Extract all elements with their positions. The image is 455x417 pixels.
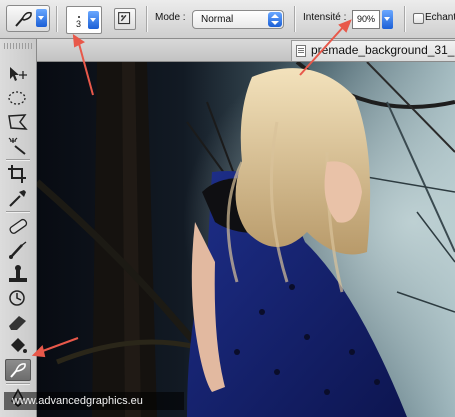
healing-brush-tool-icon[interactable] bbox=[5, 215, 31, 237]
document-tab[interactable]: premade_background_31_ bbox=[291, 40, 455, 61]
dodge-brush-icon bbox=[15, 11, 32, 27]
crop-tool-icon[interactable] bbox=[5, 163, 31, 185]
intensity-input[interactable]: 90% bbox=[352, 10, 380, 29]
mode-value: Normal bbox=[201, 14, 234, 25]
document-title: premade_background_31_ bbox=[311, 43, 455, 57]
toolbox-grip[interactable] bbox=[4, 43, 32, 49]
photo-image bbox=[37, 62, 455, 417]
sample-label: Echant bbox=[425, 12, 455, 23]
brush-panel-toggle-button[interactable] bbox=[114, 8, 136, 30]
marquee-tool-icon[interactable] bbox=[5, 87, 31, 109]
chevron-down-icon[interactable] bbox=[88, 11, 99, 29]
watermark: www.advancedgraphics.eu bbox=[4, 392, 184, 410]
separator bbox=[146, 6, 148, 32]
toolbox-separator bbox=[6, 211, 30, 213]
mode-label: Mode : bbox=[155, 12, 186, 23]
brush-panel-icon bbox=[118, 12, 131, 25]
tool-preset-picker[interactable] bbox=[6, 5, 50, 32]
document-icon bbox=[296, 45, 306, 57]
separator bbox=[404, 6, 406, 32]
sample-all-layers-checkbox[interactable] bbox=[413, 13, 424, 24]
separator bbox=[294, 6, 296, 32]
separator bbox=[56, 6, 58, 32]
document-tab-bar: premade_background_31_ bbox=[37, 39, 455, 62]
options-bar: 3 Mode : Normal Intensité : 90% Echant bbox=[0, 0, 455, 39]
paint-bucket-tool-icon[interactable] bbox=[5, 335, 31, 357]
intensity-dropdown-icon[interactable] bbox=[382, 10, 393, 29]
brush-size-picker[interactable]: 3 bbox=[66, 6, 102, 34]
brush-tool-icon[interactable] bbox=[5, 239, 31, 261]
dodge-tool-icon[interactable] bbox=[5, 359, 31, 381]
move-tool-icon[interactable] bbox=[5, 63, 31, 85]
clone-stamp-tool-icon[interactable] bbox=[5, 263, 31, 285]
updown-arrows-icon bbox=[268, 12, 282, 27]
history-brush-tool-icon[interactable] bbox=[5, 287, 31, 309]
eyedropper-tool-icon[interactable] bbox=[5, 187, 31, 209]
magic-wand-tool-icon[interactable] bbox=[5, 135, 31, 157]
lasso-tool-icon[interactable] bbox=[5, 111, 31, 133]
document-canvas[interactable] bbox=[37, 62, 455, 417]
toolbox-separator bbox=[6, 383, 30, 385]
chevron-down-icon[interactable] bbox=[36, 9, 47, 27]
toolbox bbox=[0, 39, 37, 417]
mode-select[interactable]: Normal bbox=[192, 10, 284, 29]
intensity-label: Intensité : bbox=[303, 12, 347, 23]
brush-tip-preview bbox=[78, 16, 80, 18]
toolbox-separator bbox=[6, 159, 30, 161]
brush-size-value: 3 bbox=[76, 19, 82, 29]
eraser-tool-icon[interactable] bbox=[5, 311, 31, 333]
